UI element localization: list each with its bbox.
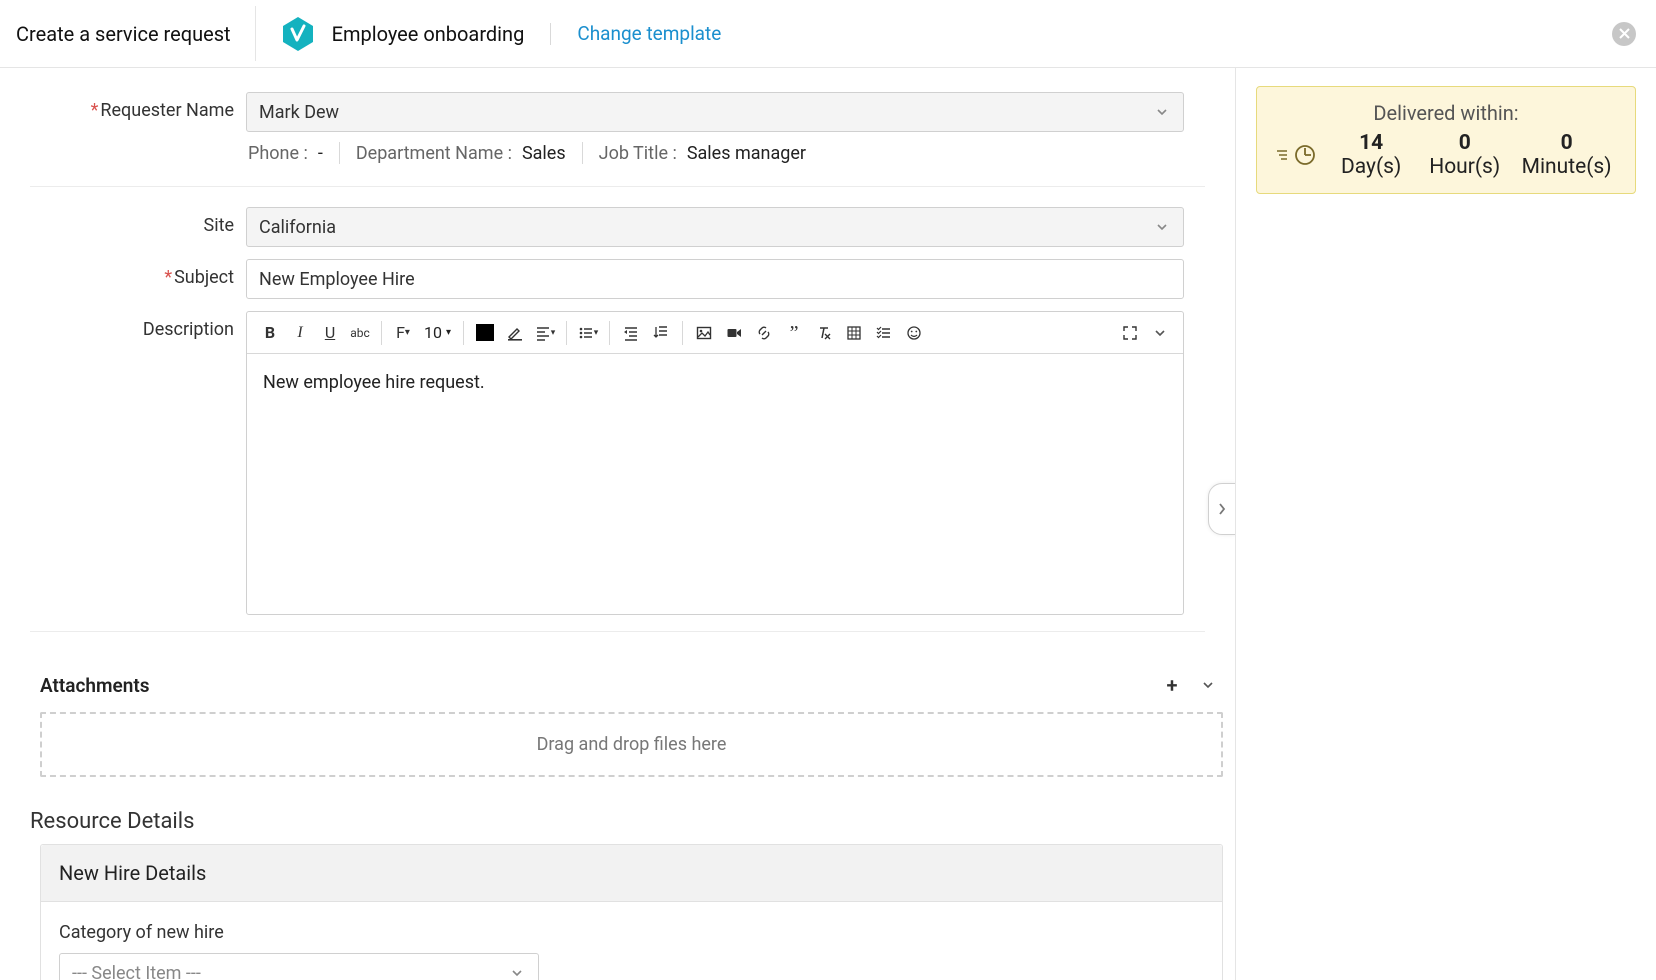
outdent-button[interactable] bbox=[618, 320, 644, 346]
department-value: Sales bbox=[522, 143, 566, 164]
requester-select[interactable]: Mark Dew bbox=[246, 92, 1184, 132]
checklist-button[interactable] bbox=[871, 320, 897, 346]
subject-input[interactable]: New Employee Hire bbox=[246, 259, 1184, 299]
panel-title: New Hire Details bbox=[41, 845, 1222, 902]
new-hire-panel: New Hire Details Category of new hire --… bbox=[40, 844, 1223, 980]
subject-value: New Employee Hire bbox=[259, 269, 415, 290]
template-name: Employee onboarding bbox=[332, 22, 525, 46]
divider bbox=[582, 142, 583, 164]
emoji-button[interactable] bbox=[901, 320, 927, 346]
divider bbox=[566, 321, 567, 345]
clear-format-button[interactable] bbox=[811, 320, 837, 346]
change-template-link[interactable]: Change template bbox=[577, 22, 721, 45]
table-button[interactable] bbox=[841, 320, 867, 346]
sla-values: 14 Day(s) 0 Hour(s) 0 Minute(s) bbox=[1275, 131, 1617, 179]
strikethrough-button[interactable]: abc bbox=[347, 320, 373, 346]
collapse-attachments-button[interactable] bbox=[1195, 672, 1221, 698]
dropzone-hint: Drag and drop files here bbox=[537, 734, 727, 755]
sla-hours-unit: Hour(s) bbox=[1429, 155, 1500, 179]
phone-label: Phone : bbox=[248, 143, 308, 164]
right-column: Delivered within: 14 Day(s) 0 Hour(s) 0 … bbox=[1236, 68, 1656, 980]
close-button[interactable] bbox=[1612, 22, 1636, 46]
align-button[interactable]: ▾ bbox=[532, 320, 558, 346]
highlight-color-button[interactable] bbox=[502, 320, 528, 346]
more-toolbar-button[interactable] bbox=[1147, 320, 1173, 346]
subject-label: Subject bbox=[30, 259, 246, 288]
quote-button[interactable]: ” bbox=[781, 320, 807, 346]
jobtitle-value: Sales manager bbox=[687, 143, 806, 164]
description-textarea[interactable]: New employee hire request. bbox=[247, 354, 1183, 614]
attachments-dropzone[interactable]: Drag and drop files here bbox=[40, 712, 1223, 777]
description-label: Description bbox=[30, 311, 246, 340]
video-button[interactable] bbox=[721, 320, 747, 346]
text-color-button[interactable] bbox=[472, 320, 498, 346]
divider bbox=[30, 631, 1205, 632]
sla-hours: 0 bbox=[1459, 131, 1471, 155]
sla-minutes: 0 bbox=[1561, 131, 1573, 155]
department-label: Department Name : bbox=[356, 143, 512, 164]
font-family-button[interactable]: F▾ bbox=[390, 320, 416, 346]
font-size-value: 10 bbox=[424, 323, 442, 342]
divider bbox=[682, 321, 683, 345]
link-button[interactable] bbox=[751, 320, 777, 346]
modal-header: Create a service request Employee onboar… bbox=[0, 0, 1656, 68]
image-button[interactable] bbox=[691, 320, 717, 346]
sla-minutes-unit: Minute(s) bbox=[1522, 155, 1612, 179]
page-title: Create a service request bbox=[16, 22, 255, 46]
divider bbox=[30, 186, 1205, 187]
chevron-down-icon bbox=[1155, 220, 1169, 234]
underline-button[interactable]: U bbox=[317, 320, 343, 346]
site-label: Site bbox=[30, 207, 246, 236]
requester-value: Mark Dew bbox=[259, 102, 339, 123]
main-column: Requester Name Mark Dew Phone : - Depart… bbox=[0, 68, 1236, 980]
template-icon bbox=[278, 14, 318, 54]
site-select[interactable]: California bbox=[246, 207, 1184, 247]
site-value: California bbox=[259, 217, 336, 238]
category-placeholder: --- Select Item --- bbox=[72, 963, 201, 980]
divider bbox=[339, 142, 340, 164]
fullscreen-button[interactable] bbox=[1117, 320, 1143, 346]
sla-title: Delivered within: bbox=[1275, 101, 1617, 125]
italic-button[interactable]: I bbox=[287, 320, 313, 346]
divider bbox=[609, 321, 610, 345]
template-block: Employee onboarding Change template bbox=[256, 14, 722, 54]
attachments-title: Attachments bbox=[40, 674, 150, 697]
indent-button[interactable] bbox=[648, 320, 674, 346]
requester-label: Requester Name bbox=[30, 92, 246, 121]
chevron-down-icon bbox=[510, 966, 524, 980]
description-content: New employee hire request. bbox=[263, 372, 485, 393]
speed-icon bbox=[1275, 144, 1319, 166]
category-label: Category of new hire bbox=[59, 922, 1204, 943]
divider bbox=[550, 23, 551, 45]
sla-days-unit: Day(s) bbox=[1341, 155, 1401, 179]
chevron-down-icon bbox=[1155, 105, 1169, 119]
add-attachment-button[interactable]: + bbox=[1159, 672, 1185, 698]
editor-toolbar: B I U abc F▾ 10▾ bbox=[247, 312, 1183, 354]
sla-box: Delivered within: 14 Day(s) 0 Hour(s) 0 … bbox=[1256, 86, 1636, 194]
category-select[interactable]: --- Select Item --- bbox=[59, 953, 539, 980]
sla-days: 14 bbox=[1359, 131, 1383, 155]
resource-details-title: Resource Details bbox=[0, 783, 1235, 844]
rich-text-editor: B I U abc F▾ 10▾ bbox=[246, 311, 1184, 615]
jobtitle-label: Job Title : bbox=[599, 143, 677, 164]
bold-button[interactable]: B bbox=[257, 320, 283, 346]
requester-subinfo: Phone : - Department Name : Sales Job Ti… bbox=[246, 132, 1184, 170]
list-button[interactable]: ▾ bbox=[575, 320, 601, 346]
font-size-button[interactable]: 10▾ bbox=[420, 323, 455, 342]
divider bbox=[381, 321, 382, 345]
expand-right-handle[interactable] bbox=[1208, 483, 1236, 535]
divider bbox=[463, 321, 464, 345]
phone-value: - bbox=[318, 143, 323, 164]
